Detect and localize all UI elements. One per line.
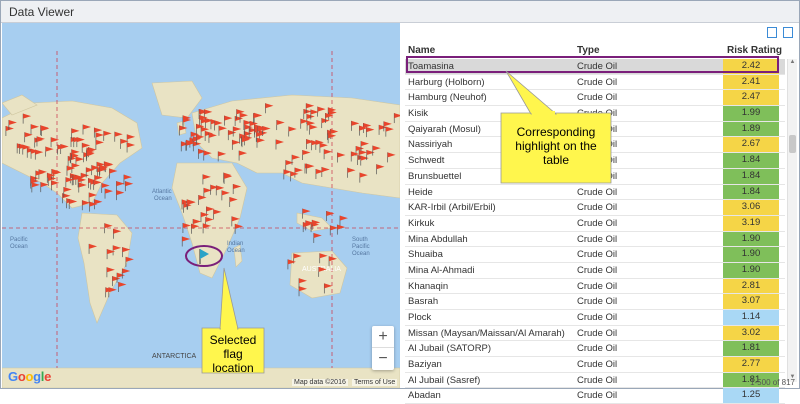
table-callout — [500, 70, 612, 184]
table-callout-text: Corresponding highlight on the table — [515, 125, 597, 167]
table-row[interactable]: Abadan Crude Oil 1.25 — [405, 388, 785, 404]
cell-name: Abadan — [408, 390, 441, 402]
cell-risk-rating: 1.25 — [723, 388, 779, 404]
data-viewer-window: Data Viewer Pacific Ocean Atlantic Ocean… — [0, 0, 800, 404]
cell-type: Crude Oil — [577, 390, 618, 402]
